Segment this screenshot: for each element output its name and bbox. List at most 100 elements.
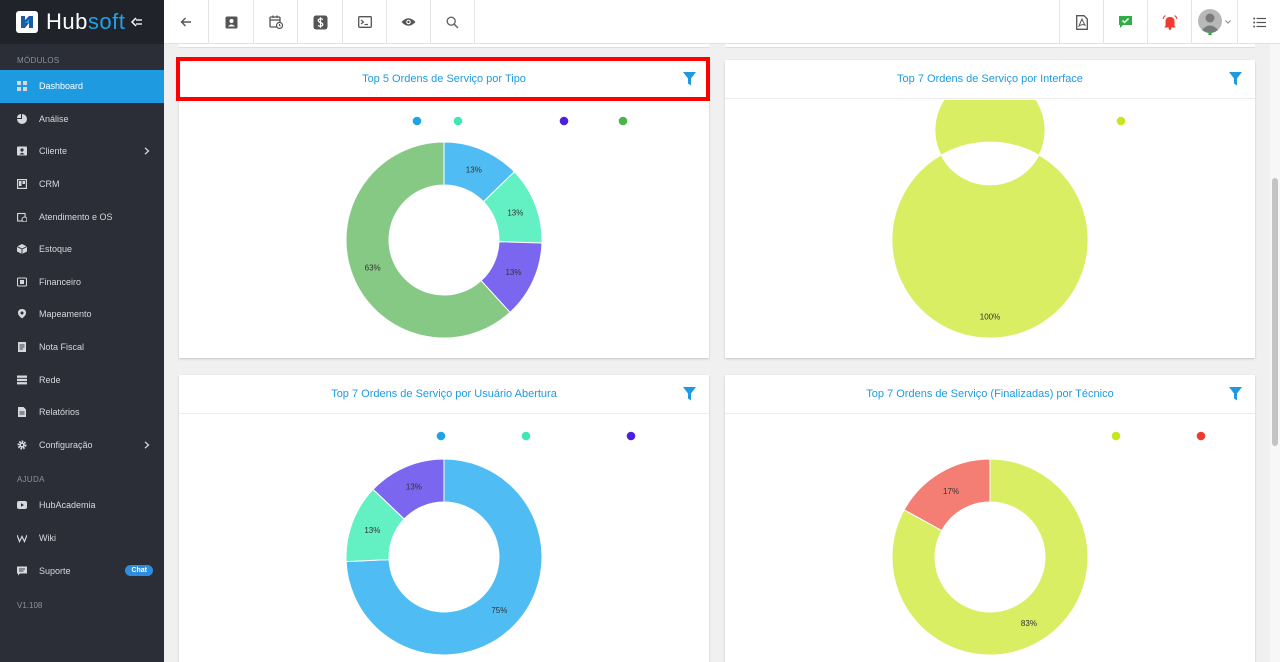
sidebar-item-label: Mapeamento bbox=[39, 309, 92, 320]
sidebar-item-suporte[interactable]: Suporte Chat bbox=[0, 554, 164, 587]
slice-label: 13% bbox=[406, 483, 422, 492]
previous-card-bottom-left bbox=[179, 44, 709, 48]
slice-label: 13% bbox=[364, 526, 380, 535]
gear-icon bbox=[17, 440, 27, 450]
video-icon bbox=[17, 500, 27, 510]
sidebar-item-label: Nota Fiscal bbox=[39, 342, 85, 353]
legend-marker[interactable] bbox=[626, 431, 636, 441]
donut-slice[interactable] bbox=[891, 100, 1089, 339]
map-pin-icon bbox=[17, 309, 27, 319]
chevron-right-icon bbox=[144, 441, 150, 449]
chart-card-os-finished-by-technician: Top 7 Ordens de Serviço (Finalizadas) po… bbox=[725, 375, 1255, 662]
card-title: Top 7 Ordens de Serviço por Interface bbox=[897, 73, 1083, 85]
sidebar-item-label: Suporte bbox=[39, 565, 71, 576]
calendar-clock-button[interactable] bbox=[254, 0, 298, 44]
box-icon bbox=[17, 244, 27, 255]
sidebar-item-mapeamento[interactable]: Mapeamento bbox=[0, 298, 164, 331]
chat-badge[interactable]: Chat bbox=[125, 564, 153, 576]
sidebar-item-label: Cliente bbox=[39, 146, 68, 157]
sidebar-item-label: Rede bbox=[39, 374, 61, 385]
chart-card-os-by-opening-user: Top 7 Ordens de Serviço por Usuário Aber… bbox=[179, 375, 709, 662]
chart-card-os-by-interface: Top 7 Ordens de Serviço por Interface 10… bbox=[725, 60, 1255, 358]
sidebar-item-configuracao[interactable]: Configuração bbox=[0, 429, 164, 462]
wiki-icon bbox=[17, 533, 27, 544]
slice-label: 13% bbox=[466, 166, 482, 175]
chart-card-os-by-type: Top 5 Ordens de Serviço por Tipo 13% 13% 1… bbox=[176, 57, 710, 358]
legend-marker[interactable] bbox=[618, 116, 628, 126]
sidebar-item-label: HubAcademia bbox=[39, 500, 96, 511]
view-button[interactable] bbox=[387, 0, 431, 44]
chat-check-icon bbox=[1119, 16, 1132, 28]
contact-card-button[interactable] bbox=[209, 0, 254, 44]
contact-card-icon bbox=[225, 16, 237, 28]
dashboard-content: Top 5 Ordens de Serviço por Tipo 13% 13% 1… bbox=[164, 44, 1270, 662]
legend-marker[interactable] bbox=[559, 116, 569, 126]
avatar bbox=[1198, 9, 1222, 35]
slice-label: 100% bbox=[980, 313, 1000, 322]
nav-list: Dashboard Análise Cliente CRM Atendimento e … bbox=[0, 70, 164, 461]
filter-icon[interactable] bbox=[1229, 387, 1242, 401]
help-list: HubAcademia Wiki Suporte Chat bbox=[0, 489, 164, 587]
donut-chart-os-by-interface: 100% bbox=[891, 100, 1126, 339]
legend-marker[interactable] bbox=[1196, 431, 1206, 441]
legend-marker[interactable] bbox=[1111, 431, 1121, 441]
card-title: Top 7 Ordens de Serviço (Finalizadas) po… bbox=[866, 388, 1114, 400]
section-help: AJUDA bbox=[17, 475, 45, 485]
sidebar-item-label: CRM bbox=[39, 179, 60, 190]
money-icon bbox=[17, 277, 27, 287]
legend-marker[interactable] bbox=[436, 431, 446, 441]
sidebar-item-wiki[interactable]: Wiki bbox=[0, 522, 164, 555]
legend-marker[interactable] bbox=[412, 116, 422, 126]
messages-button[interactable] bbox=[1103, 0, 1147, 44]
legend-marker[interactable] bbox=[1116, 116, 1126, 126]
donut-chart-os-by-opening-user: 75% 13% 13% bbox=[345, 431, 636, 656]
sidebar: Hubsoft MÓDULOS Dashboard Análise Cliente C… bbox=[0, 0, 164, 662]
slice-label: 75% bbox=[491, 606, 507, 615]
dashboard-icon bbox=[17, 81, 27, 92]
alarm-bell-icon bbox=[1161, 14, 1178, 30]
eye-icon bbox=[401, 18, 416, 26]
card-header: Top 7 Ordens de Serviço (Finalizadas) po… bbox=[725, 375, 1255, 414]
sidebar-item-atendimento[interactable]: Atendimento e OS bbox=[0, 200, 164, 233]
pdf-file-icon bbox=[1075, 14, 1088, 30]
brand: Hubsoft bbox=[0, 0, 164, 44]
list-menu-button[interactable] bbox=[1237, 0, 1280, 44]
filter-icon[interactable] bbox=[1229, 72, 1242, 86]
slice-label: 13% bbox=[507, 208, 523, 217]
legend-marker[interactable] bbox=[521, 431, 531, 441]
sidebar-item-label: Análise bbox=[39, 113, 69, 124]
filter-icon[interactable] bbox=[683, 387, 696, 401]
search-button[interactable] bbox=[431, 0, 475, 44]
alerts-button[interactable] bbox=[1147, 0, 1191, 44]
hubsoft-logo-icon[interactable] bbox=[16, 11, 38, 33]
filter-icon[interactable] bbox=[683, 72, 696, 86]
sidebar-item-cliente[interactable]: Cliente bbox=[0, 135, 164, 168]
previous-card-bottom-right bbox=[725, 44, 1255, 48]
terminal-button[interactable] bbox=[343, 0, 387, 44]
back-button[interactable] bbox=[164, 0, 209, 44]
terminal-icon bbox=[357, 16, 372, 28]
sidebar-item-dashboard[interactable]: Dashboard bbox=[0, 70, 164, 103]
sidebar-item-nota-fiscal[interactable]: Nota Fiscal bbox=[0, 331, 164, 364]
user-menu-button[interactable] bbox=[1191, 0, 1237, 44]
slice-label: 17% bbox=[943, 487, 959, 496]
calendar-clock-icon bbox=[268, 15, 283, 29]
collapse-menu-icon[interactable] bbox=[131, 16, 143, 28]
sidebar-item-relatorios[interactable]: Relatórios bbox=[0, 396, 164, 429]
card-header: Top 5 Ordens de Serviço por Tipo bbox=[179, 60, 709, 99]
scrollbar-thumb[interactable] bbox=[1272, 178, 1278, 446]
report-icon bbox=[17, 407, 27, 418]
sidebar-item-analise[interactable]: Análise bbox=[0, 103, 164, 136]
sidebar-item-estoque[interactable]: Estoque bbox=[0, 233, 164, 266]
arrow-left-icon bbox=[180, 17, 191, 27]
card-header: Top 7 Ordens de Serviço por Interface bbox=[725, 60, 1255, 99]
sidebar-item-financeiro[interactable]: Financeiro bbox=[0, 266, 164, 299]
top-toolbar bbox=[164, 0, 1280, 44]
sidebar-item-crm[interactable]: CRM bbox=[0, 168, 164, 201]
contact-card-icon bbox=[17, 146, 27, 156]
legend-marker[interactable] bbox=[453, 116, 463, 126]
pdf-button[interactable] bbox=[1059, 0, 1103, 44]
sidebar-item-rede[interactable]: Rede bbox=[0, 363, 164, 396]
sidebar-item-hubacademia[interactable]: HubAcademia bbox=[0, 489, 164, 522]
financial-button[interactable] bbox=[298, 0, 343, 44]
